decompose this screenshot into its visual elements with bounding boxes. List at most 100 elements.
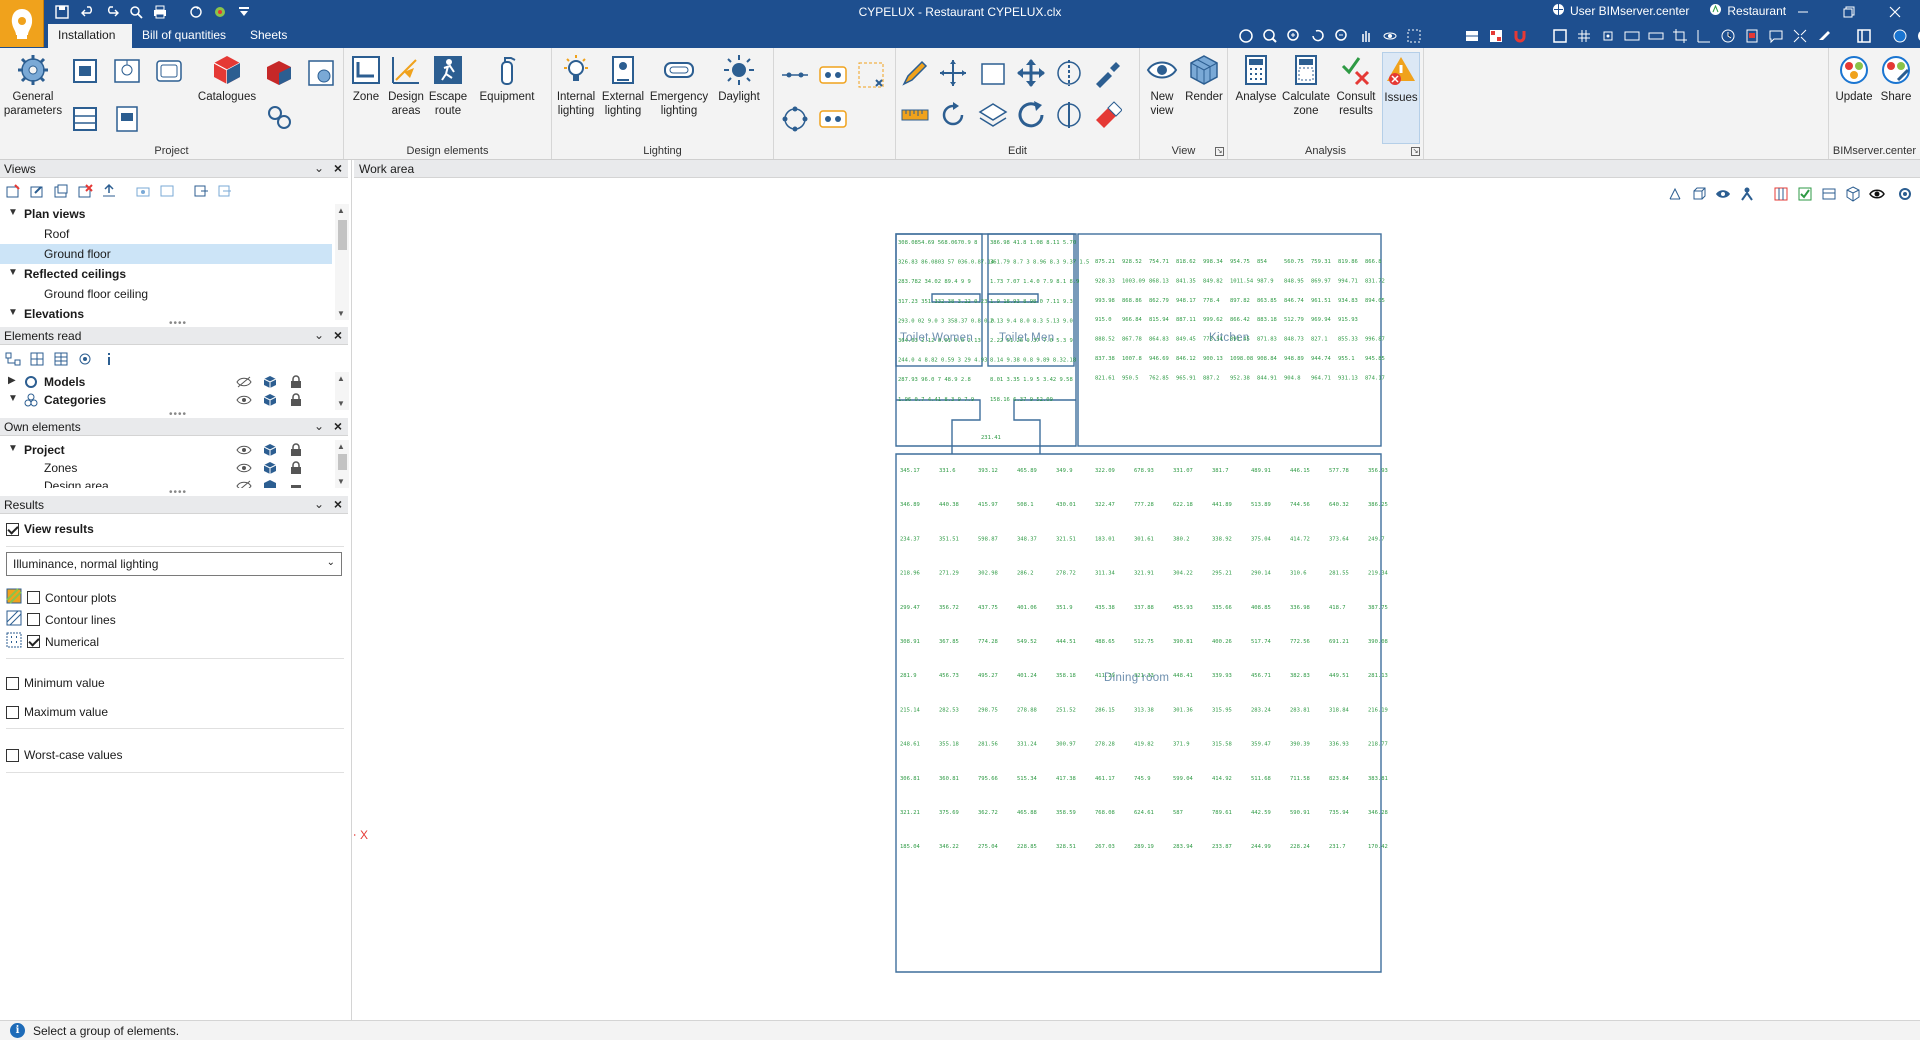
tree-item-categories[interactable]: ▼ Categories [0, 390, 332, 410]
measure-icon[interactable] [898, 98, 932, 132]
user-area[interactable]: User BIMserver.center Restaurant [1552, 3, 1786, 19]
equipment-button[interactable]: Equipment [474, 52, 540, 104]
analyse-button[interactable]: Analyse [1234, 52, 1278, 104]
grid-color-icon[interactable] [1486, 26, 1506, 46]
user-name[interactable]: User BIMserver.center [1570, 4, 1689, 18]
chevron-down-icon[interactable]: ⌄ [314, 161, 324, 175]
scroll-thumb[interactable] [338, 454, 347, 470]
checkbox[interactable] [6, 705, 19, 719]
keyboard-icon[interactable] [1622, 26, 1642, 46]
chevron-down-icon[interactable]: ▼ [8, 267, 18, 278]
pair-array-icon[interactable] [816, 102, 850, 136]
move-icon[interactable] [1014, 56, 1048, 90]
ruler-icon[interactable] [1646, 26, 1666, 46]
visibility-off-icon[interactable] [236, 374, 252, 390]
circle-array-icon[interactable] [778, 102, 812, 136]
filter-icon[interactable] [76, 351, 94, 367]
tree-item-models[interactable]: ▶ Models [0, 372, 332, 392]
chevron-down-icon[interactable]: ▼ [8, 207, 18, 218]
checkbox[interactable] [27, 613, 40, 626]
eye-layers-icon[interactable] [1714, 186, 1732, 202]
collapse-all-icon[interactable] [52, 351, 70, 367]
cube-icon[interactable] [262, 460, 278, 476]
parts-icon[interactable] [262, 100, 296, 134]
clear-icon[interactable] [1814, 26, 1834, 46]
refresh-icon[interactable] [1308, 26, 1328, 46]
chevron-down-icon[interactable]: ⌄ [314, 497, 324, 511]
cube-icon[interactable] [262, 478, 278, 488]
3d-box-icon[interactable] [1690, 186, 1708, 202]
zoom-window-icon[interactable] [1260, 26, 1280, 46]
orbit-icon[interactable] [1380, 26, 1400, 46]
tree-item-reflected-ceilings[interactable]: ▼ Reflected ceilings [0, 264, 332, 284]
checkbox[interactable] [27, 635, 40, 648]
close-icon[interactable]: × [334, 496, 342, 512]
save-icon[interactable] [52, 2, 72, 22]
tab-sheets[interactable]: Sheets [240, 24, 297, 48]
tree-item-zones[interactable]: Zones [0, 458, 332, 478]
building-icon[interactable] [68, 54, 102, 88]
tree-item-elevations[interactable]: ▼ Elevations [0, 304, 332, 320]
cube-icon[interactable] [262, 374, 278, 390]
grid-array-icon[interactable] [816, 58, 850, 92]
surfaces-icon[interactable] [152, 54, 186, 88]
camera-icon[interactable] [134, 183, 152, 199]
tree-structure-icon[interactable] [4, 351, 22, 367]
rotate-icon[interactable] [936, 98, 970, 132]
worst-case-values-option[interactable]: Worst-case values [6, 748, 122, 762]
tree-item-plan-views[interactable]: ▼ Plan views [0, 204, 332, 224]
search-icon[interactable] [126, 2, 146, 22]
history-icon[interactable] [1718, 26, 1738, 46]
help-icon[interactable] [1914, 26, 1920, 46]
settings-view-icon[interactable] [1896, 186, 1914, 202]
person-icon[interactable] [1738, 186, 1756, 202]
elements-read-scrollbar[interactable]: ▲ ▼ [335, 372, 349, 410]
views-scrollbar[interactable]: ▲ ▼ [335, 204, 349, 320]
close-button[interactable] [1872, 0, 1918, 24]
tree-item-design-area[interactable]: Design area [0, 476, 332, 488]
mirror-icon[interactable] [1052, 56, 1086, 90]
comment-icon[interactable] [1766, 26, 1786, 46]
lock-icon[interactable] [288, 442, 304, 458]
minimize-button[interactable] [1780, 0, 1826, 24]
snap-icon[interactable] [1598, 26, 1618, 46]
settings-list-icon[interactable] [304, 56, 338, 90]
bim-sync-icon[interactable] [186, 2, 206, 22]
visibility-off-icon[interactable] [236, 478, 252, 488]
catalogues-button[interactable]: Catalogues [192, 52, 262, 104]
new-view-button[interactable]: New view [1142, 52, 1182, 118]
own-elements-scrollbar[interactable]: ▲ ▼ [335, 440, 349, 488]
expand-all-icon[interactable] [28, 351, 46, 367]
chevron-down-icon[interactable]: ▼ [8, 393, 18, 404]
external-lighting-button[interactable]: External lighting [600, 52, 646, 118]
daylight-button[interactable]: Daylight [714, 52, 764, 104]
tab-bill-of-quantities[interactable]: Bill of quantities [132, 24, 236, 48]
share-button[interactable]: Share [1875, 52, 1917, 104]
chevron-right-icon[interactable]: ▶ [8, 375, 16, 386]
print-icon[interactable] [150, 2, 170, 22]
consult-results-button[interactable]: Consult results [1334, 52, 1378, 118]
layers-icon[interactable] [1462, 26, 1482, 46]
table-icon[interactable] [1820, 186, 1838, 202]
update-button[interactable]: Update [1833, 52, 1875, 104]
angle-icon[interactable] [1694, 26, 1714, 46]
rectangle-icon[interactable] [976, 56, 1010, 90]
cube-icon[interactable] [262, 392, 278, 408]
lock-icon[interactable] [288, 374, 304, 390]
move-point-icon[interactable] [936, 56, 970, 90]
line-array-icon[interactable] [778, 58, 812, 92]
design-areas-button[interactable]: Design areas [386, 52, 426, 118]
lock-icon[interactable] [288, 478, 304, 488]
box-red-icon[interactable] [262, 56, 296, 90]
bimserver-icon[interactable] [1890, 26, 1910, 46]
zone-button[interactable]: Zone [348, 52, 384, 104]
result-type-select[interactable]: Illuminance, normal lighting ⌄ [6, 552, 342, 576]
pan-icon[interactable] [1236, 26, 1256, 46]
customize-toolbar-icon[interactable] [234, 2, 254, 22]
axes-icon[interactable] [1666, 186, 1684, 202]
close-icon[interactable]: × [334, 327, 342, 343]
render-button[interactable]: Render [1184, 52, 1224, 104]
eye-view-icon[interactable] [1868, 186, 1886, 202]
magnet-icon[interactable] [1510, 26, 1530, 46]
visibility-icon[interactable] [236, 392, 252, 408]
